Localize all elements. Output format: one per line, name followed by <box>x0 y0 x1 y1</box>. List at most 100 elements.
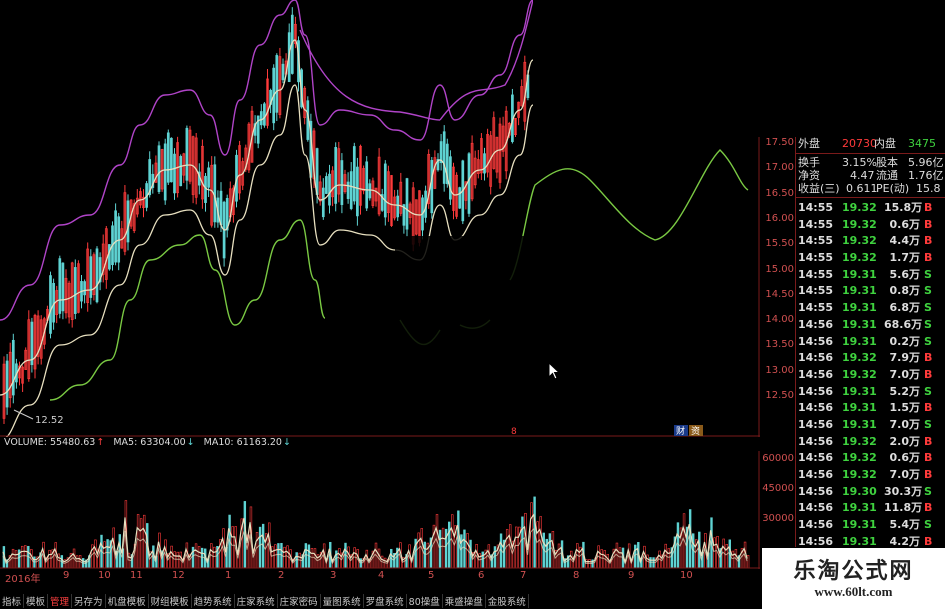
volume-bar <box>746 555 750 569</box>
candle-body <box>449 156 452 200</box>
volume-bar <box>33 556 36 569</box>
tick-row: 14:56 19.32 2.0万 B <box>796 434 945 451</box>
watermark-url: www.60lt.com <box>814 584 893 599</box>
candle-body <box>5 360 9 408</box>
bottom-tab-bar: 指标 模板 管理 另存为 机盘模板 财组模板 趋势系统 庄家系统 庄家密码 量图系统 罗盘系统 80操… <box>0 594 760 609</box>
volume-bar <box>200 547 204 569</box>
tick-time: 14:56 <box>798 401 834 415</box>
candle-body <box>396 195 400 218</box>
tick-price: 19.31 <box>842 401 877 415</box>
tick-row: 14:56 19.32 7.9万 B <box>796 350 945 367</box>
tick-side: B <box>924 401 933 415</box>
candle-body <box>108 244 111 270</box>
tab-0[interactable]: 指标 <box>0 594 25 608</box>
candle-body <box>95 248 99 303</box>
volume-bar <box>600 549 603 569</box>
volume-bar <box>530 502 533 569</box>
tab-2[interactable]: 管理 <box>48 594 73 608</box>
tick-row: 14:55 19.32 0.6万 B <box>796 217 945 234</box>
tick-time: 14:56 <box>798 501 834 515</box>
volume-chart-panel[interactable] <box>0 451 760 569</box>
tick-row: 14:56 19.31 0.2万 S <box>796 334 945 351</box>
candle-body <box>349 171 353 209</box>
volume-bar <box>676 522 680 569</box>
volume-bar <box>139 518 143 569</box>
candle-body <box>383 163 387 218</box>
neipan-label: 内盘 <box>874 137 896 150</box>
tick-price: 19.32 <box>842 201 877 214</box>
tab-4[interactable]: 机盘模板 <box>106 594 149 608</box>
tick-volume: 68.6万 <box>884 317 923 331</box>
candle-body <box>368 183 372 199</box>
candle-body <box>483 153 486 174</box>
candle-body <box>204 175 207 203</box>
tab-11[interactable]: 80操盘 <box>407 594 443 608</box>
tick-row: 14:56 19.31 4.2万 B <box>796 534 945 547</box>
date-label: 6 <box>478 570 485 581</box>
vol-axis-label: 45000 <box>762 483 794 494</box>
tab-5[interactable]: 财组模板 <box>149 594 192 608</box>
volume-bar <box>310 548 314 569</box>
tick-side: B <box>924 217 933 231</box>
tab-6[interactable]: 趋势系统 <box>192 594 235 608</box>
tab-10[interactable]: 罗盘系统 <box>364 594 407 608</box>
date-label: 9 <box>628 570 635 581</box>
date-label: 1 <box>225 570 232 581</box>
candle-body <box>259 111 263 126</box>
volume-bar <box>48 549 51 569</box>
tick-side: B <box>924 367 933 381</box>
tick-price: 19.32 <box>842 434 877 448</box>
candle-body <box>430 160 434 214</box>
tick-volume: 0.6万 <box>889 217 921 231</box>
tab-1[interactable]: 模板 <box>24 594 49 608</box>
volume-bar <box>438 529 442 569</box>
candle-body <box>83 281 86 296</box>
tick-volume: 11.8万 <box>884 501 923 515</box>
tick-volume: 6.8万 <box>889 301 921 315</box>
date-label: 9 <box>63 570 70 581</box>
tick-volume: 30.3万 <box>884 484 923 498</box>
tick-price: 19.30 <box>842 484 877 498</box>
marker-r: 8 <box>511 427 517 437</box>
tick-time: 14:55 <box>798 267 834 281</box>
candle-body <box>281 63 285 81</box>
volume-bar <box>463 529 466 569</box>
candle-body <box>213 164 217 223</box>
tick-volume: 0.8万 <box>889 284 921 298</box>
tick-volume: 0.2万 <box>889 334 921 348</box>
price-chart-panel[interactable]: 12.52 8 财 资 <box>0 0 760 437</box>
tick-volume: 0.6万 <box>889 451 921 465</box>
candle-body <box>185 127 189 181</box>
tick-volume: 5.6万 <box>889 267 921 281</box>
tick-list: 14:55 19.32 15.8万 B 14:55 19.32 0.6万 B 14:55 19.3… <box>796 200 945 547</box>
tick-side: S <box>924 267 932 281</box>
volume-bar <box>176 551 179 569</box>
tab-7[interactable]: 庄家系统 <box>235 594 278 608</box>
tick-volume: 7.9万 <box>889 351 921 365</box>
tab-12[interactable]: 乘盛操盘 <box>443 594 486 608</box>
huanshou-value: 3.15% <box>842 156 877 169</box>
tab-9[interactable]: 量图系统 <box>321 594 364 608</box>
tick-price: 19.32 <box>842 351 877 365</box>
tick-time: 14:56 <box>798 417 834 431</box>
volume-bar <box>667 548 671 569</box>
tick-row: 14:56 19.31 11.8万 B <box>796 500 945 517</box>
tick-row: 14:56 19.32 7.0万 B <box>796 467 945 484</box>
volume-bar <box>713 537 716 569</box>
date-label: 8 <box>573 570 580 581</box>
tab-13[interactable]: 金股系统 <box>486 594 529 608</box>
tick-side: B <box>924 434 933 448</box>
candle-body <box>365 161 369 209</box>
tab-8[interactable]: 庄家密码 <box>278 594 321 608</box>
ma10-label: MA10: 61163.20 <box>203 437 282 448</box>
price-axis-label: 15.00 <box>765 263 794 275</box>
tab-3[interactable]: 另存为 <box>72 594 106 608</box>
volume-header: VOLUME: 55480.63↑ MA5: 63304.00↓ MA10: 6… <box>4 437 291 448</box>
tick-row: 14:56 19.32 7.0万 B <box>796 367 945 384</box>
blank-overlay <box>533 0 760 137</box>
candle-body <box>325 176 328 194</box>
volume-bar <box>447 521 451 569</box>
candle-body <box>173 153 176 194</box>
tick-side: B <box>924 501 933 515</box>
tick-time: 14:56 <box>798 468 834 481</box>
